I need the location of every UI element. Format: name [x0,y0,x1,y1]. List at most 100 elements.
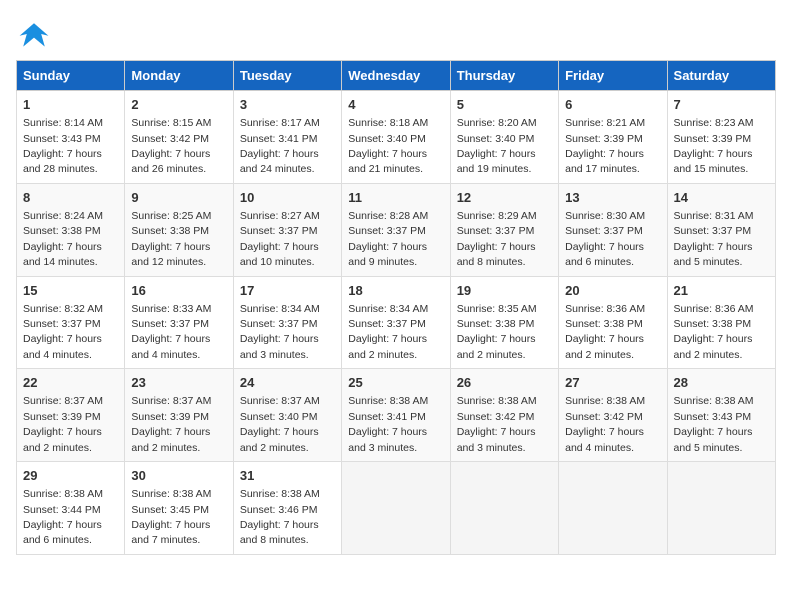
calendar-cell: 22 Sunrise: 8:37 AMSunset: 3:39 PMDaylig… [17,369,125,462]
calendar-cell: 31 Sunrise: 8:38 AMSunset: 3:46 PMDaylig… [233,462,341,555]
calendar-week-5: 29 Sunrise: 8:38 AMSunset: 3:44 PMDaylig… [17,462,776,555]
calendar-cell: 24 Sunrise: 8:37 AMSunset: 3:40 PMDaylig… [233,369,341,462]
day-info: Sunrise: 8:29 AMSunset: 3:37 PMDaylight:… [457,210,537,268]
day-number: 22 [23,374,118,392]
day-info: Sunrise: 8:38 AMSunset: 3:41 PMDaylight:… [348,395,428,453]
header-sunday: Sunday [17,61,125,91]
calendar-header-row: SundayMondayTuesdayWednesdayThursdayFrid… [17,61,776,91]
calendar-week-2: 8 Sunrise: 8:24 AMSunset: 3:38 PMDayligh… [17,183,776,276]
calendar-cell: 1 Sunrise: 8:14 AMSunset: 3:43 PMDayligh… [17,91,125,184]
day-number: 25 [348,374,443,392]
header-saturday: Saturday [667,61,775,91]
calendar-cell: 19 Sunrise: 8:35 AMSunset: 3:38 PMDaylig… [450,276,558,369]
calendar-cell: 10 Sunrise: 8:27 AMSunset: 3:37 PMDaylig… [233,183,341,276]
day-number: 30 [131,467,226,485]
day-info: Sunrise: 8:20 AMSunset: 3:40 PMDaylight:… [457,117,537,175]
day-info: Sunrise: 8:38 AMSunset: 3:44 PMDaylight:… [23,488,103,546]
calendar-cell: 7 Sunrise: 8:23 AMSunset: 3:39 PMDayligh… [667,91,775,184]
day-info: Sunrise: 8:21 AMSunset: 3:39 PMDaylight:… [565,117,645,175]
day-info: Sunrise: 8:36 AMSunset: 3:38 PMDaylight:… [565,303,645,361]
day-number: 7 [674,96,769,114]
calendar-cell: 6 Sunrise: 8:21 AMSunset: 3:39 PMDayligh… [559,91,667,184]
calendar-week-1: 1 Sunrise: 8:14 AMSunset: 3:43 PMDayligh… [17,91,776,184]
day-info: Sunrise: 8:17 AMSunset: 3:41 PMDaylight:… [240,117,320,175]
day-info: Sunrise: 8:18 AMSunset: 3:40 PMDaylight:… [348,117,428,175]
calendar-cell: 4 Sunrise: 8:18 AMSunset: 3:40 PMDayligh… [342,91,450,184]
day-info: Sunrise: 8:25 AMSunset: 3:38 PMDaylight:… [131,210,211,268]
logo [16,16,56,52]
header-friday: Friday [559,61,667,91]
day-number: 31 [240,467,335,485]
day-number: 13 [565,189,660,207]
day-info: Sunrise: 8:31 AMSunset: 3:37 PMDaylight:… [674,210,754,268]
day-number: 15 [23,282,118,300]
calendar-cell: 26 Sunrise: 8:38 AMSunset: 3:42 PMDaylig… [450,369,558,462]
day-number: 12 [457,189,552,207]
calendar-cell: 29 Sunrise: 8:38 AMSunset: 3:44 PMDaylig… [17,462,125,555]
calendar-table: SundayMondayTuesdayWednesdayThursdayFrid… [16,60,776,555]
calendar-cell: 28 Sunrise: 8:38 AMSunset: 3:43 PMDaylig… [667,369,775,462]
day-number: 17 [240,282,335,300]
calendar-cell: 21 Sunrise: 8:36 AMSunset: 3:38 PMDaylig… [667,276,775,369]
day-number: 2 [131,96,226,114]
day-number: 4 [348,96,443,114]
day-info: Sunrise: 8:36 AMSunset: 3:38 PMDaylight:… [674,303,754,361]
calendar-cell: 30 Sunrise: 8:38 AMSunset: 3:45 PMDaylig… [125,462,233,555]
calendar-cell: 2 Sunrise: 8:15 AMSunset: 3:42 PMDayligh… [125,91,233,184]
calendar-week-3: 15 Sunrise: 8:32 AMSunset: 3:37 PMDaylig… [17,276,776,369]
day-info: Sunrise: 8:32 AMSunset: 3:37 PMDaylight:… [23,303,103,361]
calendar-cell: 8 Sunrise: 8:24 AMSunset: 3:38 PMDayligh… [17,183,125,276]
day-info: Sunrise: 8:37 AMSunset: 3:40 PMDaylight:… [240,395,320,453]
day-number: 21 [674,282,769,300]
day-number: 6 [565,96,660,114]
day-number: 16 [131,282,226,300]
day-info: Sunrise: 8:38 AMSunset: 3:45 PMDaylight:… [131,488,211,546]
day-number: 28 [674,374,769,392]
day-info: Sunrise: 8:27 AMSunset: 3:37 PMDaylight:… [240,210,320,268]
day-info: Sunrise: 8:38 AMSunset: 3:42 PMDaylight:… [457,395,537,453]
page-header [16,16,776,52]
day-info: Sunrise: 8:38 AMSunset: 3:46 PMDaylight:… [240,488,320,546]
day-info: Sunrise: 8:38 AMSunset: 3:43 PMDaylight:… [674,395,754,453]
calendar-cell [559,462,667,555]
day-info: Sunrise: 8:35 AMSunset: 3:38 PMDaylight:… [457,303,537,361]
calendar-cell: 16 Sunrise: 8:33 AMSunset: 3:37 PMDaylig… [125,276,233,369]
day-number: 3 [240,96,335,114]
calendar-cell [342,462,450,555]
day-number: 10 [240,189,335,207]
day-info: Sunrise: 8:23 AMSunset: 3:39 PMDaylight:… [674,117,754,175]
header-thursday: Thursday [450,61,558,91]
day-info: Sunrise: 8:37 AMSunset: 3:39 PMDaylight:… [131,395,211,453]
day-info: Sunrise: 8:34 AMSunset: 3:37 PMDaylight:… [240,303,320,361]
calendar-cell: 15 Sunrise: 8:32 AMSunset: 3:37 PMDaylig… [17,276,125,369]
day-number: 23 [131,374,226,392]
day-info: Sunrise: 8:28 AMSunset: 3:37 PMDaylight:… [348,210,428,268]
day-number: 27 [565,374,660,392]
calendar-cell: 14 Sunrise: 8:31 AMSunset: 3:37 PMDaylig… [667,183,775,276]
logo-icon [16,16,52,52]
day-info: Sunrise: 8:30 AMSunset: 3:37 PMDaylight:… [565,210,645,268]
calendar-cell: 17 Sunrise: 8:34 AMSunset: 3:37 PMDaylig… [233,276,341,369]
header-wednesday: Wednesday [342,61,450,91]
calendar-cell: 9 Sunrise: 8:25 AMSunset: 3:38 PMDayligh… [125,183,233,276]
calendar-cell: 20 Sunrise: 8:36 AMSunset: 3:38 PMDaylig… [559,276,667,369]
calendar-cell: 23 Sunrise: 8:37 AMSunset: 3:39 PMDaylig… [125,369,233,462]
day-number: 11 [348,189,443,207]
calendar-cell: 12 Sunrise: 8:29 AMSunset: 3:37 PMDaylig… [450,183,558,276]
day-number: 19 [457,282,552,300]
day-number: 8 [23,189,118,207]
day-number: 26 [457,374,552,392]
day-number: 1 [23,96,118,114]
day-info: Sunrise: 8:37 AMSunset: 3:39 PMDaylight:… [23,395,103,453]
day-info: Sunrise: 8:24 AMSunset: 3:38 PMDaylight:… [23,210,103,268]
calendar-cell: 5 Sunrise: 8:20 AMSunset: 3:40 PMDayligh… [450,91,558,184]
day-number: 18 [348,282,443,300]
day-info: Sunrise: 8:15 AMSunset: 3:42 PMDaylight:… [131,117,211,175]
calendar-cell: 25 Sunrise: 8:38 AMSunset: 3:41 PMDaylig… [342,369,450,462]
calendar-cell [667,462,775,555]
day-info: Sunrise: 8:14 AMSunset: 3:43 PMDaylight:… [23,117,103,175]
calendar-cell: 27 Sunrise: 8:38 AMSunset: 3:42 PMDaylig… [559,369,667,462]
calendar-cell: 13 Sunrise: 8:30 AMSunset: 3:37 PMDaylig… [559,183,667,276]
calendar-week-4: 22 Sunrise: 8:37 AMSunset: 3:39 PMDaylig… [17,369,776,462]
calendar-cell: 3 Sunrise: 8:17 AMSunset: 3:41 PMDayligh… [233,91,341,184]
